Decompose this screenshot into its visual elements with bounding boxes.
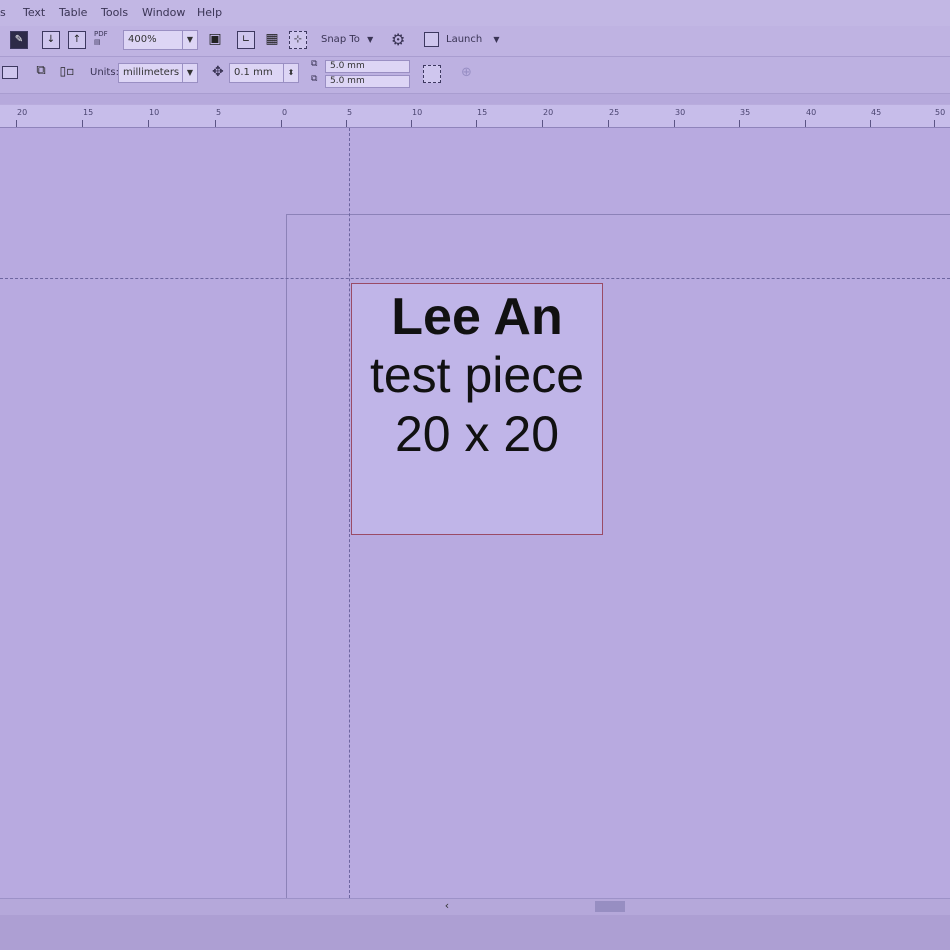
ruler-label: 10 [149, 108, 160, 117]
ruler-label: 5 [347, 108, 353, 117]
edit-page-frame-icon[interactable] [423, 65, 441, 83]
ruler-label: 0 [282, 108, 288, 117]
drawing-canvas[interactable]: Lee An test piece 20 x 20 [0, 128, 950, 915]
duplicate-distance-y-icon: ⧉ [311, 74, 318, 84]
ruler-label: 35 [740, 108, 751, 117]
menu-item-help[interactable]: Help [197, 6, 222, 19]
duplicate-distance-x-icon: ⧉ [311, 59, 318, 69]
text-line-name: Lee An [391, 288, 563, 346]
duplicate-distance-x-field[interactable]: 5.0 mm [325, 60, 410, 73]
snap-to-label: Snap To [321, 34, 360, 45]
page-frame-icon[interactable] [2, 66, 18, 79]
chevron-down-icon[interactable]: ▼ [182, 64, 197, 82]
spin-icon[interactable]: ⬍ [283, 64, 298, 82]
menu-item-text[interactable]: Text [23, 6, 45, 19]
status-bar [0, 915, 950, 950]
add-frame-icon[interactable]: ⊕ [461, 65, 472, 80]
ruler-label: 15 [83, 108, 94, 117]
duplicate-distance-y-field[interactable]: 5.0 mm [325, 75, 410, 88]
menu-item-table[interactable]: Table [59, 6, 87, 19]
menu-item-tools[interactable]: Tools [101, 6, 128, 19]
ruler-tick [870, 120, 871, 127]
menu-item-partial[interactable]: s [0, 6, 6, 19]
nudge-distance-field[interactable]: 0.1 mm ⬍ [229, 63, 299, 83]
chevron-down-icon: ▼ [367, 35, 374, 44]
ruler-label: 25 [609, 108, 620, 117]
scrollbar-thumb[interactable] [595, 901, 625, 912]
chevron-down-icon[interactable]: ▼ [182, 31, 197, 49]
ruler-tick [739, 120, 740, 127]
vertical-guideline[interactable] [349, 128, 350, 898]
chevron-down-icon: ▼ [493, 35, 500, 44]
snap-to-button[interactable]: Snap To ▼ [321, 34, 373, 45]
ruler-tick [346, 120, 347, 127]
pdf-label: PDF [94, 30, 108, 38]
ruler-label: 10 [412, 108, 423, 117]
ruler-label: 50 [935, 108, 946, 117]
units-select[interactable]: millimeters ▼ [118, 63, 198, 83]
ruler-tick [476, 120, 477, 127]
full-screen-preview-icon[interactable]: ▣ [206, 31, 224, 49]
launch-icon[interactable] [424, 32, 439, 47]
ruler-label: 20 [17, 108, 28, 117]
zoom-level-value: 400% [128, 34, 157, 45]
show-guidelines-icon[interactable]: ⊹ [289, 31, 307, 49]
ruler-tick [215, 120, 216, 127]
ruler-label: 15 [477, 108, 488, 117]
launch-button[interactable]: Launch ▼ [446, 34, 500, 45]
treat-as-filled-icon[interactable]: ⧉ [32, 63, 50, 81]
corel-connect-icon[interactable]: ✎ [10, 31, 28, 49]
ruler-tick [411, 120, 412, 127]
ruler-tick [934, 120, 935, 127]
align-objects-icon[interactable]: ▯▫ [58, 63, 76, 81]
ruler-tick [148, 120, 149, 127]
scroll-left-icon[interactable]: ‹ [440, 899, 454, 913]
export-icon[interactable]: ↑ [68, 31, 86, 49]
property-bar: ⧉ ▯▫ Units: millimeters ▼ ✥ 0.1 mm ⬍ ⧉ 5… [0, 57, 950, 94]
ruler-tick [674, 120, 675, 127]
nudge-distance-icon: ✥ [212, 64, 224, 80]
publish-pdf-icon[interactable]: PDF ▤ [94, 30, 108, 46]
ruler-label: 20 [543, 108, 554, 117]
ruler-tick [16, 120, 17, 127]
ruler-tick [82, 120, 83, 127]
show-grid-icon[interactable]: ▦ [263, 31, 281, 49]
text-line-size: 20 x 20 [394, 406, 559, 462]
ruler-tick [608, 120, 609, 127]
ruler-label: 5 [216, 108, 222, 117]
menu-item-window[interactable]: Window [142, 6, 185, 19]
import-icon[interactable]: ↓ [42, 31, 60, 49]
show-rulers-icon[interactable]: ∟ [237, 31, 255, 49]
standard-toolbar: ✎ ↓ ↑ PDF ▤ 400% ▼ ▣ ∟ ▦ ⊹ Snap To ▼ ⚙ La… [0, 26, 950, 57]
ruler-tick [281, 120, 282, 127]
text-frame[interactable]: Lee An test piece 20 x 20 [351, 283, 603, 535]
options-gear-icon[interactable]: ⚙ [391, 30, 405, 49]
ruler-tick [805, 120, 806, 127]
units-value: millimeters [123, 67, 180, 78]
zoom-level-combo[interactable]: 400% ▼ [123, 30, 198, 50]
duplicate-distance-y-value: 5.0 mm [330, 76, 365, 86]
ruler-label: 45 [871, 108, 882, 117]
ruler-label: 30 [675, 108, 686, 117]
ruler-tick [542, 120, 543, 127]
ruler-label: 40 [806, 108, 817, 117]
horizontal-guideline[interactable] [0, 278, 950, 279]
nudge-distance-value: 0.1 mm [234, 67, 273, 78]
launch-label: Launch [446, 34, 483, 45]
duplicate-distance-x-value: 5.0 mm [330, 61, 365, 71]
units-label: Units: [90, 67, 119, 78]
horizontal-scrollbar[interactable]: ‹ [0, 898, 950, 915]
horizontal-ruler: 20 15 10 5 0 5 10 15 20 25 30 35 40 45 5… [0, 105, 950, 128]
toolbar-divider [0, 94, 950, 104]
text-line-description: test piece [369, 347, 584, 403]
menu-bar: s Text Table Tools Window Help [0, 0, 950, 27]
